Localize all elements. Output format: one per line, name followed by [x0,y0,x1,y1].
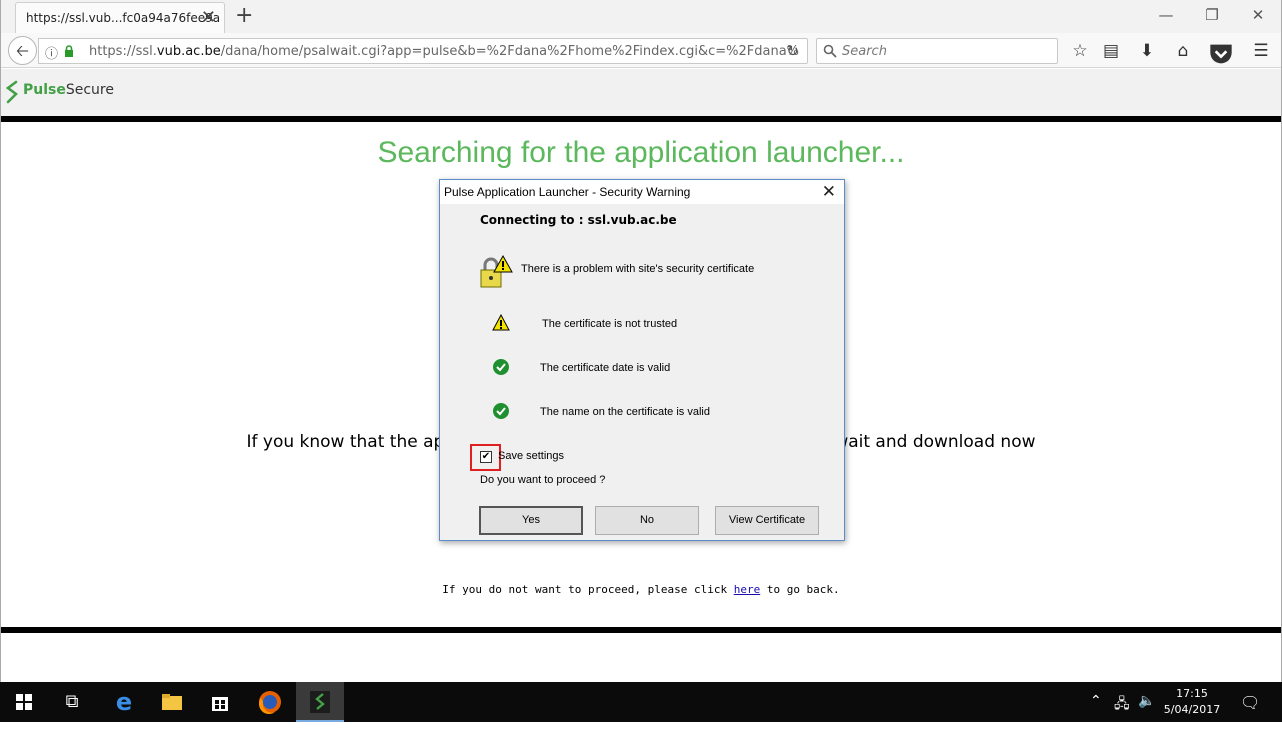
taskbar-pulse-launcher[interactable] [296,682,344,722]
url-text[interactable]: https://ssl.vub.ac.be/dana/home/psalwait… [89,44,799,59]
minimize-icon[interactable]: — [1151,4,1181,26]
navigation-bar: 🡠 ⓘ https://ssl.vub.ac.be/dana/home/psal… [1,33,1281,68]
dialog-titlebar[interactable]: Pulse Application Launcher - Security Wa… [440,180,844,204]
menu-hamburger-icon[interactable]: ☰ [1249,40,1273,62]
download-icon[interactable]: ⬇ [1135,40,1159,62]
edge-icon: e [115,688,133,716]
brand-pulse: Pulse [23,82,66,98]
security-warning-dialog: Pulse Application Launcher - Security Wa… [439,179,845,541]
reload-icon[interactable]: ↻ [786,42,799,60]
check-name-valid: The name on the certificate is valid [540,406,710,418]
pulse-logo-icon [5,80,18,104]
go-back-after: to go back. [760,583,840,596]
check-ok-icon [493,403,509,419]
pulse-launcher-icon [310,691,330,713]
go-back-link[interactable]: here [734,583,761,596]
go-back-text: If you do not want to proceed, please cl… [1,583,1281,596]
url-host: vub.ac.be [156,44,221,59]
taskbar-file-explorer[interactable] [148,682,196,722]
folder-icon [162,694,182,710]
new-tab-icon[interactable]: + [235,4,253,28]
save-settings-label[interactable]: Save settings [498,450,564,462]
footer-divider [1,627,1281,633]
tray-chevron-up-icon[interactable]: ⌃ [1090,693,1102,709]
clock-time: 17:15 [1176,687,1208,700]
back-button[interactable]: 🡠 [8,36,37,65]
check-not-trusted: The certificate is not trusted [542,318,678,330]
tab-strip: https://ssl.vub...fc0a94a76fee9a ✕ + — ❐… [1,0,1281,33]
header-divider [1,116,1281,122]
view-certificate-button[interactable]: View Certificate [715,506,819,535]
warning-icon [492,314,510,331]
instructions-left: If you know that the ap [246,432,445,452]
task-view-button[interactable]: ⧉ [48,682,96,722]
brand-secure: Secure [65,82,114,98]
start-button[interactable] [0,682,48,722]
taskbar-edge[interactable]: e [100,682,148,722]
window-close-icon[interactable]: ✕ [1243,4,1273,26]
search-bar[interactable] [816,38,1058,64]
dialog-close-icon[interactable]: ✕ [822,182,836,202]
firefox-icon [259,691,281,714]
yes-button[interactable]: Yes [479,506,583,535]
checkbox-highlight-box [470,444,501,471]
check-date-valid: The certificate date is valid [540,362,671,374]
url-path: /dana/home/psalwait.cgi?app=pulse&b=%2Fd… [220,44,800,59]
padlock-warning-icon [480,254,513,288]
task-view-icon: ⧉ [65,691,79,712]
brand-name: PulseSecure [23,82,114,98]
action-center-icon[interactable]: 🗨 [1240,693,1260,712]
restore-icon[interactable]: ❐ [1197,4,1227,26]
page-header: PulseSecure [1,69,1281,116]
proceed-question: Do you want to proceed ? [480,474,606,486]
windows-logo-icon [16,694,32,710]
network-icon[interactable]: 🖧 [1114,693,1130,717]
page-headline: Searching for the application launcher..… [377,136,905,169]
certificate-problem-text: There is a problem with site's security … [521,263,755,275]
taskbar-store[interactable] [196,682,244,722]
tab-title: https://ssl.vub...fc0a94a76fee9a [26,11,221,25]
instructions-right: wait and download now [834,432,1036,452]
lock-icon [65,45,73,57]
store-icon [212,697,228,711]
pocket-icon[interactable] [1209,43,1233,65]
clock-date: 5/04/2017 [1163,703,1221,716]
volume-icon[interactable]: 🔈 [1138,693,1155,709]
search-icon [823,44,837,58]
dialog-title: Pulse Application Launcher - Security Wa… [444,185,691,199]
browser-tab[interactable]: https://ssl.vub...fc0a94a76fee9a ✕ [15,2,225,33]
taskbar-clock[interactable]: 17:15 5/04/2017 [1160,686,1224,718]
reading-list-icon[interactable]: ▤ [1099,40,1123,62]
search-input[interactable] [842,39,1052,63]
tab-close-icon[interactable]: ✕ [201,7,216,29]
browser-window: https://ssl.vub...fc0a94a76fee9a ✕ + — ❐… [0,0,1282,682]
url-bar[interactable]: ⓘ https://ssl.vub.ac.be/dana/home/psalwa… [38,38,808,64]
no-button[interactable]: No [595,506,699,535]
go-back-before: If you do not want to proceed, please cl… [442,583,734,596]
url-prefix: https://ssl. [89,44,157,59]
connecting-to-label: Connecting to : ssl.vub.ac.be [480,213,677,227]
info-icon[interactable]: ⓘ [45,43,58,62]
windows-taskbar: ⧉ e ⌃ 🖧 🔈 17:15 5/04/2017 🗨 [0,682,1282,722]
back-arrow-icon: 🡠 [16,41,29,60]
taskbar-firefox[interactable] [246,682,294,722]
home-icon[interactable]: ⌂ [1171,40,1195,62]
check-ok-icon [493,359,509,375]
bookmark-star-icon[interactable]: ☆ [1068,40,1092,62]
